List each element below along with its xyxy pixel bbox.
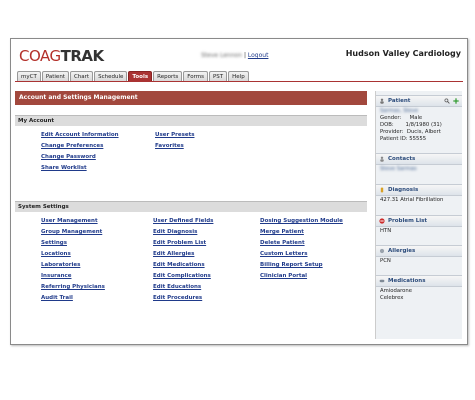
patient-sidebar: Patient Sarmas, Steve Gender: Male DOB: … xyxy=(375,91,462,339)
contacts-title: Contacts xyxy=(388,156,416,162)
page-title: Account and Settings Management xyxy=(15,91,367,105)
delete-patient-link[interactable]: Delete Patient xyxy=(260,240,305,246)
app-window: COAGTRAK Steve Lennon | Logout Hudson Va… xyxy=(10,38,468,345)
user-presets-link[interactable]: User Presets xyxy=(155,132,194,138)
my-account-links: Edit Account Information Change Preferen… xyxy=(15,126,367,190)
main-content: Account and Settings Management My Accou… xyxy=(15,91,367,312)
system-settings-header: System Settings xyxy=(15,201,367,212)
billing-report-setup-link[interactable]: Billing Report Setup xyxy=(260,262,323,268)
edit-educations-link[interactable]: Edit Educations xyxy=(153,284,201,290)
patient-name[interactable]: Sarmas, Steve xyxy=(380,108,418,115)
allergies-title: Allergies xyxy=(388,248,416,254)
edit-account-information-link[interactable]: Edit Account Information xyxy=(41,132,119,138)
user-defined-fields-link[interactable]: User Defined Fields xyxy=(153,218,213,224)
contact-name[interactable]: Steve Sarmas xyxy=(380,166,417,173)
patient-title: Patient xyxy=(388,98,411,104)
contacts-icon xyxy=(380,156,384,162)
audit-trail-link[interactable]: Audit Trail xyxy=(41,295,73,301)
no-entry-icon xyxy=(379,218,385,224)
tab-underline xyxy=(15,81,463,82)
locations-link[interactable]: Locations xyxy=(41,251,71,257)
allergies-icon xyxy=(379,248,385,254)
add-patient-icon[interactable] xyxy=(453,98,459,104)
patient-dob: DOB: 1/8/1980 (31) xyxy=(380,122,442,128)
medication-item: Celebrex xyxy=(380,295,404,301)
medications-title: Medications xyxy=(388,278,426,284)
edit-problem-list-link[interactable]: Edit Problem List xyxy=(153,240,206,246)
custom-letters-link[interactable]: Custom Letters xyxy=(260,251,308,257)
insurance-link[interactable]: Insurance xyxy=(41,273,71,279)
my-account-header: My Account xyxy=(15,115,367,126)
group-management-link[interactable]: Group Management xyxy=(41,229,102,235)
system-settings-links: User Management Group Management Setting… xyxy=(15,212,367,312)
diagnosis-value: 427.31 Atrial Fibrillation xyxy=(380,197,444,203)
search-icon[interactable] xyxy=(444,98,450,104)
edit-allergies-link[interactable]: Edit Allergies xyxy=(153,251,194,257)
user-management-link[interactable]: User Management xyxy=(41,218,98,224)
allergies-value: PCN xyxy=(380,258,391,264)
patient-id: Patient ID: 55555 xyxy=(380,136,427,142)
edit-complications-link[interactable]: Edit Complications xyxy=(153,273,211,279)
separator: | xyxy=(243,52,246,59)
patient-header: Patient xyxy=(376,95,462,107)
dosing-suggestion-module-link[interactable]: Dosing Suggestion Module xyxy=(260,218,343,224)
contacts-header: Contacts xyxy=(376,153,462,165)
settings-link[interactable]: Settings xyxy=(41,240,67,246)
allergies-header: Allergies xyxy=(376,245,462,257)
change-preferences-link[interactable]: Change Preferences xyxy=(41,143,103,149)
diagnosis-icon xyxy=(380,187,384,193)
logout-link[interactable]: Logout xyxy=(248,52,269,59)
diagnosis-title: Diagnosis xyxy=(388,187,419,193)
organization-name: Hudson Valley Cardiology xyxy=(345,49,461,58)
change-password-link[interactable]: Change Password xyxy=(41,154,96,160)
favorites-link[interactable]: Favorites xyxy=(155,143,184,149)
patient-gender: Gender: Male xyxy=(380,115,423,121)
patient-icon xyxy=(380,98,384,104)
edit-procedures-link[interactable]: Edit Procedures xyxy=(153,295,202,301)
share-worklist-link[interactable]: Share Worklist xyxy=(41,165,87,171)
diagnosis-header: Diagnosis xyxy=(376,184,462,196)
laboratories-link[interactable]: Laboratories xyxy=(41,262,80,268)
user-name: Steve Lennon xyxy=(201,52,243,59)
edit-medications-link[interactable]: Edit Medications xyxy=(153,262,205,268)
merge-patient-link[interactable]: Merge Patient xyxy=(260,229,304,235)
user-bar: Steve Lennon | Logout xyxy=(201,52,268,59)
medications-header: Medications xyxy=(376,275,462,287)
problem-list-title: Problem List xyxy=(388,218,428,224)
coagtrak-logo: COAGTRAK xyxy=(19,47,104,65)
logo-coag: COAG xyxy=(19,47,61,65)
problem-list-value: HTN xyxy=(380,228,392,234)
problem-list-header: Problem List xyxy=(376,215,462,227)
clinician-portal-link[interactable]: Clinician Portal xyxy=(260,273,307,279)
logo-trak: TRAK xyxy=(60,47,105,65)
edit-diagnosis-link[interactable]: Edit Diagnosis xyxy=(153,229,197,235)
patient-provider: Provider: Ducis, Albert xyxy=(380,129,441,135)
medication-item: Amiodarone xyxy=(380,288,413,294)
referring-physicians-link[interactable]: Referring Physicians xyxy=(41,284,105,290)
medications-icon xyxy=(379,279,385,283)
